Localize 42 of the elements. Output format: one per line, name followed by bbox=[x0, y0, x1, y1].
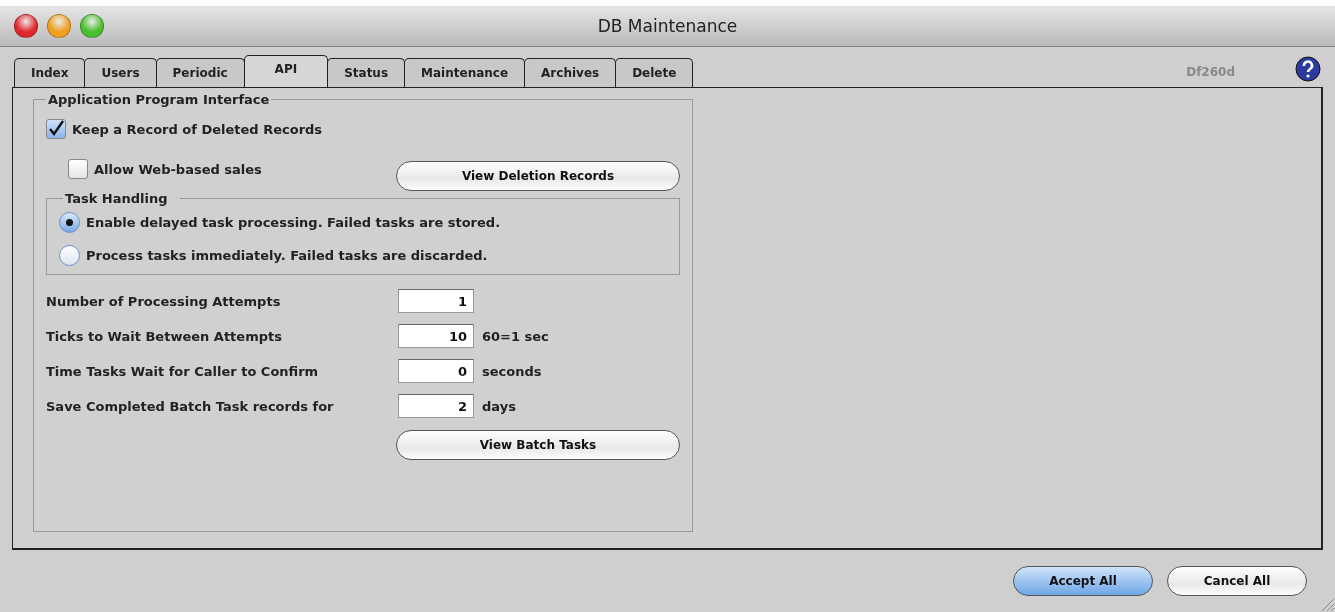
tab[interactable]: Status bbox=[327, 58, 406, 87]
field-label: Save Completed Batch Task records for bbox=[46, 398, 335, 414]
tab[interactable]: Users bbox=[84, 58, 157, 87]
tab[interactable]: Index bbox=[14, 58, 86, 87]
unit-label: 60=1 sec bbox=[482, 328, 549, 344]
number-field[interactable]: 0 bbox=[398, 359, 474, 383]
window-title: DB Maintenance bbox=[597, 16, 738, 36]
view-batch-tasks-button[interactable]: View Batch Tasks bbox=[396, 430, 680, 460]
checkbox-label: Keep a Record of Deleted Records bbox=[72, 121, 323, 137]
tab[interactable]: Archives bbox=[524, 58, 617, 87]
dialog-button[interactable]: Cancel All bbox=[1167, 566, 1307, 596]
radio-dot-icon bbox=[66, 219, 73, 226]
checkbox-label: Allow Web-based sales bbox=[94, 161, 262, 177]
radio-label: Process tasks immediately. Failed tasks are discarded. bbox=[86, 248, 488, 263]
minimize-button[interactable] bbox=[47, 14, 71, 38]
checkbox[interactable] bbox=[68, 159, 88, 179]
tab[interactable]: Periodic bbox=[155, 58, 245, 87]
group-title: Task Handling bbox=[64, 191, 169, 206]
field-label: Ticks to Wait Between Attempts bbox=[46, 328, 283, 344]
close-button[interactable] bbox=[14, 14, 38, 38]
checkmark-icon bbox=[47, 120, 65, 138]
number-field[interactable]: 1 bbox=[398, 289, 474, 313]
zoom-button[interactable] bbox=[80, 14, 104, 38]
radio-button[interactable] bbox=[59, 212, 80, 233]
radio-button[interactable] bbox=[59, 245, 80, 266]
unit-label: seconds bbox=[482, 363, 542, 379]
tab[interactable]: Delete bbox=[615, 58, 694, 87]
radio-label: Enable delayed task processing. Failed tasks are stored. bbox=[86, 215, 501, 230]
version-label: Df260d bbox=[1186, 64, 1235, 79]
group-title: Application Program Interface bbox=[47, 92, 271, 107]
help-icon[interactable] bbox=[1295, 55, 1321, 82]
number-field[interactable]: 2 bbox=[398, 394, 474, 418]
field-label: Time Tasks Wait for Caller to Confirm bbox=[46, 363, 320, 379]
resize-grip-icon[interactable] bbox=[1319, 596, 1335, 612]
unit-label: days bbox=[482, 398, 516, 414]
dialog-button[interactable]: Accept All bbox=[1013, 566, 1153, 596]
field-label: Number of Processing Attempts bbox=[46, 293, 282, 309]
number-field[interactable]: 10 bbox=[398, 324, 474, 348]
tab[interactable]: Maintenance bbox=[404, 58, 526, 87]
checkbox[interactable] bbox=[46, 119, 66, 139]
view-deletion-records-button[interactable]: View Deletion Records bbox=[396, 161, 680, 191]
tab[interactable]: API bbox=[243, 55, 329, 87]
